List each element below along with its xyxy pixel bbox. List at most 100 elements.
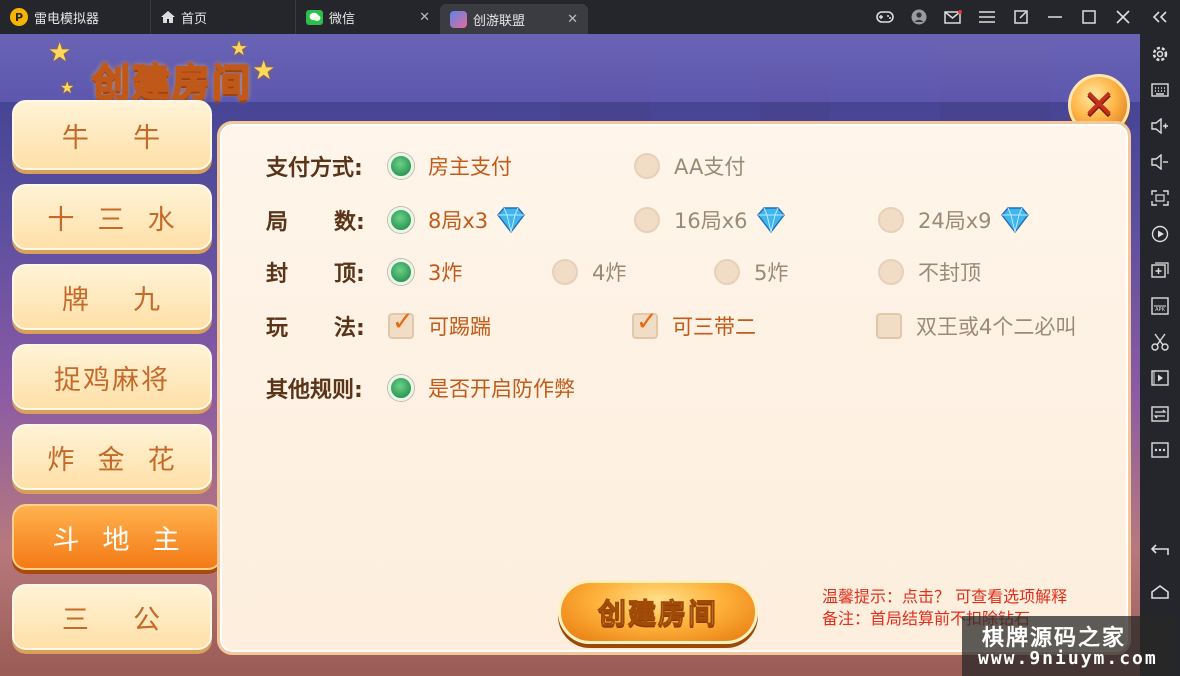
volume-up-icon[interactable] [1140, 108, 1180, 144]
rounds-option-16[interactable]: 16局x6 [634, 205, 788, 235]
rounds-label: 局 数: [266, 210, 365, 235]
more-icon[interactable] [1140, 432, 1180, 468]
option-label: 可三带二 [672, 315, 756, 339]
category-tab-zhajinhua[interactable]: 炸 金 花 [12, 424, 212, 490]
tab-home[interactable]: 首页 [150, 0, 295, 34]
game-app-icon [450, 10, 467, 28]
add-window-icon[interactable] [1140, 252, 1180, 288]
category-label: 斗 地 主 [52, 524, 182, 556]
volume-down-icon[interactable] [1140, 144, 1180, 180]
category-tab-paijiu[interactable]: 牌 九 [12, 264, 212, 330]
minimize-icon[interactable] [1038, 0, 1072, 34]
create-room-button[interactable]: 创建房间 [558, 580, 758, 644]
menu-icon[interactable] [970, 0, 1004, 34]
window-controls [868, 0, 1140, 34]
play-label: 玩 法: [266, 316, 365, 341]
rounds-option-24[interactable]: 24局x9 [878, 205, 1032, 235]
emulator-name: 雷电模拟器 [34, 11, 100, 27]
keyboard-icon[interactable] [1140, 72, 1180, 108]
svg-text:APK: APK [1155, 307, 1165, 313]
rounds-option-8[interactable]: 8局x3 [388, 205, 528, 235]
sync-icon[interactable] [1140, 396, 1180, 432]
radio-unselected [634, 207, 660, 233]
option-label: 不封顶 [918, 261, 981, 285]
checkbox-checked: ✓ [388, 309, 414, 339]
home-button-icon[interactable] [1140, 574, 1180, 610]
record-icon[interactable] [1140, 216, 1180, 252]
close-window-icon[interactable] [1106, 0, 1140, 34]
option-label: 24局x9 [918, 209, 992, 233]
checkmark-icon: ✓ [636, 307, 658, 337]
category-tab-zhuoji-mahjong[interactable]: 捉鸡麻将 [12, 344, 212, 410]
settings-gear-icon[interactable] [1140, 36, 1180, 72]
mail-icon[interactable] [936, 0, 970, 34]
cap-option-5[interactable]: 5炸 [714, 257, 788, 287]
scissors-icon[interactable] [1140, 324, 1180, 360]
tab-label: 微信 [329, 11, 356, 27]
close-icon: ✕ [1082, 82, 1116, 128]
category-label: 捉鸡麻将 [54, 364, 170, 396]
account-icon[interactable] [902, 0, 936, 34]
close-tab-icon[interactable]: ✕ [419, 10, 430, 25]
cap-option-3[interactable]: 3炸 [388, 257, 462, 287]
maximize-icon[interactable] [1072, 0, 1106, 34]
wechat-icon [306, 9, 323, 25]
star-icon: ★ [252, 56, 276, 86]
radio-unselected [714, 259, 740, 285]
category-tab-shisanshui[interactable]: 十 三 水 [12, 184, 212, 250]
category-tab-niuniu[interactable]: 牛 牛 [12, 100, 212, 170]
tab-wechat[interactable]: 微信 ✕ [295, 0, 440, 34]
leidian-logo-icon: P [10, 8, 28, 26]
category-label: 十 三 水 [47, 204, 177, 236]
cap-option-none[interactable]: 不封顶 [878, 257, 981, 287]
close-tab-icon[interactable]: ✕ [567, 12, 578, 27]
option-label: 是否开启防作弊 [428, 377, 575, 401]
option-label: 房主支付 [428, 155, 512, 179]
cap-option-4[interactable]: 4炸 [552, 257, 626, 287]
restore-icon[interactable] [1004, 0, 1038, 34]
emulator-app-tab[interactable]: P 雷电模拟器 [0, 0, 150, 34]
category-tab-doudizhu[interactable]: 斗 地 主 [12, 504, 222, 570]
radio-selected [388, 375, 414, 401]
payment-option-host[interactable]: 房主支付 [388, 151, 512, 181]
collapse-sidebar-icon[interactable] [1140, 0, 1180, 34]
anti-cheat-option[interactable]: 是否开启防作弊 [388, 373, 575, 403]
play-option-kitichuai[interactable]: ✓ 可踢踹 [388, 309, 491, 341]
option-label: AA支付 [674, 155, 746, 179]
category-label: 牌 九 [61, 284, 163, 316]
emulator-sidebar: APK [1140, 34, 1180, 676]
apk-install-icon[interactable]: APK [1140, 288, 1180, 324]
tab-label: 首页 [181, 11, 208, 27]
checkbox-checked: ✓ [632, 309, 658, 339]
video-icon[interactable] [1140, 360, 1180, 396]
play-option-sandaier[interactable]: ✓ 可三带二 [632, 309, 756, 341]
star-icon: ★ [48, 38, 72, 68]
option-label: 3炸 [428, 261, 463, 285]
game-screen: ★ ★ ★ ★ 创建房间 ✕ 牛 牛 十 三 水 牌 九 捉鸡麻将 炸 金 花 … [0, 34, 1140, 676]
option-label: 16局x6 [674, 209, 748, 233]
payment-label: 支付方式: [266, 156, 363, 181]
checkbox-unchecked [876, 313, 902, 339]
dialog-title: 创建房间 [91, 60, 253, 106]
payment-option-aa[interactable]: AA支付 [634, 151, 745, 181]
diamond-icon [756, 207, 785, 234]
cap-label: 封 顶: [266, 262, 365, 287]
back-icon[interactable] [1140, 532, 1180, 568]
option-label: 5炸 [754, 261, 789, 285]
category-tab-sangong[interactable]: 三 公 [12, 584, 212, 650]
gamepad-icon[interactable] [868, 0, 902, 34]
play-option-must-call[interactable]: 双王或4个二必叫 [876, 311, 1076, 341]
radio-selected [388, 259, 414, 285]
radio-unselected [634, 153, 660, 179]
tab-game[interactable]: 创游联盟 ✕ [440, 4, 588, 34]
room-settings-panel: 支付方式: 房主支付 AA支付 局 数: 8局x3 16局x6 24局x9 封 … [220, 124, 1128, 652]
option-label: 8局x3 [428, 209, 489, 233]
category-label: 牛 牛 [61, 122, 163, 154]
diamond-icon [1000, 207, 1029, 234]
option-label: 可踢踹 [428, 315, 491, 339]
home-icon [161, 11, 175, 23]
fullscreen-icon[interactable] [1140, 180, 1180, 216]
create-room-label: 创建房间 [597, 597, 718, 631]
category-label: 炸 金 花 [47, 444, 177, 476]
radio-selected [388, 207, 414, 233]
